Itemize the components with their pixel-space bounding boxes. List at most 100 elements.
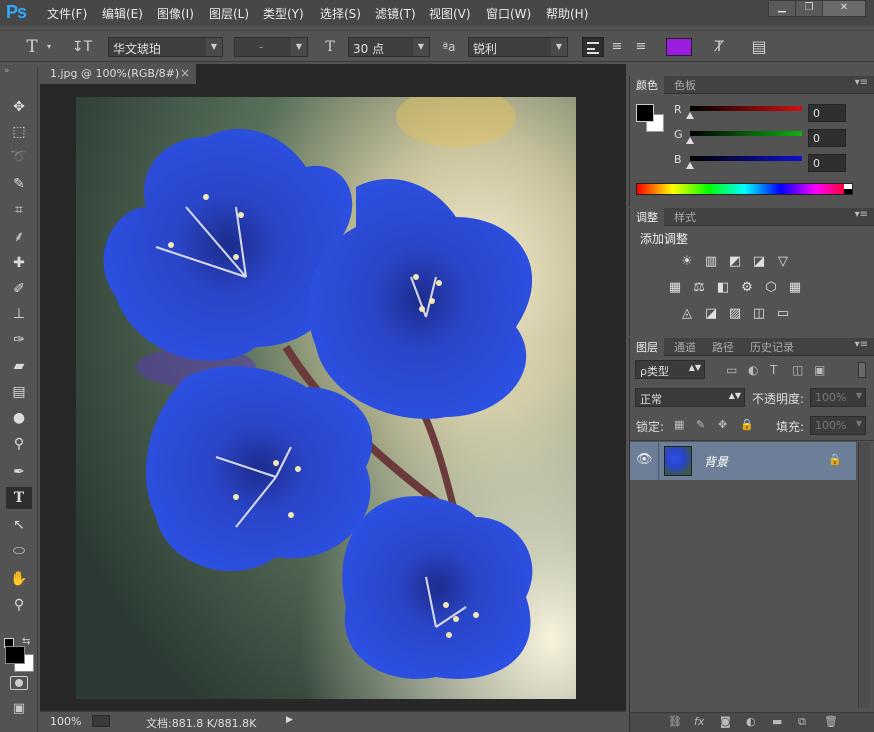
ellipse-tool-icon[interactable]: ⬭ — [6, 540, 32, 562]
visibility-eye-icon[interactable]: 👁 — [636, 452, 653, 467]
align-right-button[interactable]: ≡ — [630, 37, 652, 57]
antialias-select[interactable]: 锐利 ▼ — [468, 37, 568, 57]
tab-history[interactable]: 历史记录 — [744, 338, 800, 356]
photo-filter-icon[interactable]: ⚙ — [738, 280, 756, 296]
align-center-button[interactable]: ≡ — [606, 37, 628, 57]
brightness-icon[interactable]: ☀ — [678, 254, 696, 270]
character-panel-icon[interactable]: ▤ — [748, 37, 770, 57]
new-group-icon[interactable]: ▬ — [772, 715, 782, 728]
collapse-icon[interactable]: » — [4, 66, 10, 76]
hue-saturation-icon[interactable]: ▦ — [666, 280, 684, 296]
black-white-icon[interactable]: ◧ — [714, 280, 732, 296]
hand-tool-icon[interactable]: ✋ — [6, 568, 32, 590]
new-layer-icon[interactable]: ⧉ — [798, 715, 806, 729]
fx-icon[interactable]: fx — [694, 715, 704, 728]
color-spectrum[interactable] — [636, 183, 853, 195]
foreground-color-swatch[interactable] — [636, 104, 654, 122]
selective-color-icon[interactable]: ◫ — [750, 306, 768, 322]
font-family-select[interactable]: 华文琥珀 ▼ — [108, 37, 223, 57]
link-layers-icon[interactable]: ⛓ — [668, 715, 682, 728]
curves-icon[interactable]: ◩ — [726, 254, 744, 270]
font-size-select[interactable]: 30 点 ▼ — [348, 37, 430, 57]
layer-filter-select[interactable]: ρ类型 ▲▼ — [635, 360, 705, 379]
panel-menu-icon[interactable]: ▾≡ — [855, 339, 868, 350]
tab-styles[interactable]: 样式 — [668, 208, 702, 226]
threshold-icon[interactable]: ▨ — [726, 306, 744, 322]
marquee-tool-icon[interactable]: ⬚ — [6, 121, 32, 143]
channel-value-field[interactable]: 0 — [808, 104, 846, 122]
slider-thumb[interactable] — [686, 162, 694, 169]
menu-layer[interactable]: 图层(L) — [209, 5, 249, 22]
filter-toggle[interactable] — [858, 362, 866, 378]
quick-select-tool-icon[interactable]: ✎ — [6, 173, 32, 195]
healing-brush-tool-icon[interactable]: ✚ — [6, 252, 32, 274]
channel-value-field[interactable]: 0 — [808, 129, 846, 147]
menu-filter[interactable]: 滤镜(T) — [375, 5, 416, 22]
dodge-tool-icon[interactable]: ⚲ — [6, 433, 32, 455]
lasso-tool-icon[interactable]: ➰ — [6, 146, 32, 168]
gradient-map-icon[interactable]: ▭ — [774, 306, 792, 322]
align-left-button[interactable] — [582, 37, 604, 57]
menu-type[interactable]: 类型(Y) — [263, 5, 304, 22]
clone-stamp-tool-icon[interactable]: ⊥ — [6, 303, 32, 325]
path-select-tool-icon[interactable]: ↖ — [6, 514, 32, 536]
screen-mode-icon[interactable]: ▣ — [10, 702, 28, 716]
vibrance-icon[interactable]: ▽ — [774, 254, 792, 270]
move-tool-icon[interactable]: ✥ — [6, 96, 32, 118]
restore-button[interactable]: ❐ — [795, 0, 823, 17]
foreground-color-swatch[interactable] — [5, 646, 25, 664]
posterize-icon[interactable]: ◪ — [702, 306, 720, 322]
image-canvas[interactable] — [76, 97, 576, 699]
add-mask-icon[interactable]: ◙ — [720, 715, 731, 728]
fill-field[interactable]: 100% ▼ — [810, 416, 866, 435]
tab-paths[interactable]: 路径 — [706, 338, 740, 356]
tab-adjustments[interactable]: 调整 — [630, 208, 664, 226]
slider-thumb[interactable] — [686, 137, 694, 144]
invert-icon[interactable]: ◬ — [678, 306, 696, 322]
close-tab-icon[interactable]: × — [180, 66, 190, 80]
tab-channels[interactable]: 通道 — [668, 338, 702, 356]
menu-view[interactable]: 视图(V) — [429, 5, 471, 22]
menu-help[interactable]: 帮助(H) — [546, 5, 588, 22]
type-tool-preset-icon[interactable]: T — [20, 37, 44, 57]
layer-name[interactable]: 背景 — [704, 453, 728, 470]
menu-file[interactable]: 文件(F) — [47, 5, 87, 22]
close-button[interactable]: ✕ — [822, 0, 866, 17]
new-adjustment-icon[interactable]: ◐ — [746, 715, 756, 728]
menu-edit[interactable]: 编辑(E) — [102, 5, 143, 22]
channel-slider[interactable] — [690, 156, 802, 161]
color-lookup-icon[interactable]: ▦ — [786, 280, 804, 296]
channel-slider[interactable] — [690, 106, 802, 111]
text-orientation-icon[interactable]: ↧T — [70, 37, 94, 57]
opacity-field[interactable]: 100% ▼ — [810, 388, 866, 407]
levels-icon[interactable]: ▥ — [702, 254, 720, 270]
quick-mask-icon[interactable] — [10, 676, 28, 690]
lock-all-icon[interactable]: 🔒 — [740, 418, 754, 431]
adjustment-filter-icon[interactable]: ◐ — [748, 363, 758, 377]
text-color-swatch[interactable] — [666, 38, 692, 56]
blur-tool-icon[interactable]: ● — [6, 407, 32, 429]
menu-select[interactable]: 选择(S) — [320, 5, 361, 22]
channel-value-field[interactable]: 0 — [808, 154, 846, 172]
lock-position-icon[interactable]: ✥ — [718, 418, 727, 431]
menu-window[interactable]: 窗口(W) — [486, 5, 531, 22]
eyedropper-tool-icon[interactable]: ⸙ — [6, 226, 32, 248]
channel-slider[interactable] — [690, 131, 802, 136]
channel-mixer-icon[interactable]: ⬡ — [762, 280, 780, 296]
warp-text-icon[interactable]: Ⱦ — [708, 37, 730, 57]
eraser-tool-icon[interactable]: ▰ — [6, 355, 32, 377]
status-menu-arrow-icon[interactable]: ▶ — [286, 715, 293, 725]
exposure-icon[interactable]: ◪ — [750, 254, 768, 270]
preset-dropdown-icon[interactable]: ▾ — [44, 37, 54, 57]
pixel-filter-icon[interactable]: ▭ — [726, 363, 737, 377]
brush-tool-icon[interactable]: ✐ — [6, 278, 32, 300]
panel-menu-icon[interactable]: ▾≡ — [855, 77, 868, 88]
zoom-tool-icon[interactable]: ⚲ — [6, 594, 32, 616]
document-tab[interactable]: 1.jpg @ 100%(RGB/8#) × — [40, 64, 196, 84]
lock-image-icon[interactable]: ✎ — [696, 418, 705, 431]
tab-swatches[interactable]: 色板 — [668, 76, 702, 94]
trash-icon[interactable]: 🗑 — [824, 715, 838, 728]
layers-scrollbar[interactable] — [858, 442, 870, 708]
tab-color[interactable]: 颜色 — [630, 76, 664, 94]
color-balance-icon[interactable]: ⚖ — [690, 280, 708, 296]
